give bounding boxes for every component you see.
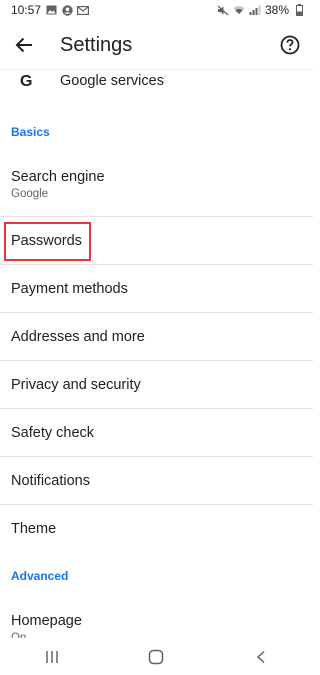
app-bar: Settings (0, 20, 313, 70)
mute-icon (217, 4, 229, 16)
back-button[interactable] (7, 28, 41, 62)
help-button[interactable] (275, 30, 305, 60)
nav-bar (0, 638, 313, 675)
google-services-label: Google services (60, 73, 164, 89)
theme-item[interactable]: Theme (0, 505, 313, 553)
home-icon (149, 649, 164, 664)
screen: 10:57 38% Settings G Google services Bas… (0, 0, 313, 675)
addresses-label: Addresses and more (11, 328, 145, 345)
passwords-label: Passwords (11, 232, 82, 249)
search-engine-value: Google (11, 188, 49, 200)
battery-percent: 38% (264, 3, 289, 17)
status-right: 38% (217, 3, 305, 17)
settings-list: G Google services Basics Search engine G… (0, 71, 313, 638)
homepage-item[interactable]: Homepage On (0, 601, 313, 638)
page-title: Settings (60, 34, 133, 56)
payment-methods-item[interactable]: Payment methods (0, 265, 313, 313)
gmail-icon (77, 4, 90, 16)
privacy-security-item[interactable]: Privacy and security (0, 361, 313, 409)
status-bar: 10:57 38% (0, 0, 313, 20)
homepage-label: Homepage (11, 613, 82, 629)
google-g-icon: G (20, 73, 33, 90)
back-arrow-icon (15, 37, 32, 53)
recents-icon (46, 650, 58, 663)
wifi-icon (233, 4, 245, 16)
account-icon (61, 4, 73, 16)
help-icon (280, 35, 300, 55)
safety-check-label: Safety check (11, 424, 95, 441)
payment-methods-label: Payment methods (11, 280, 128, 297)
search-engine-label: Search engine (11, 169, 105, 185)
theme-label: Theme (11, 521, 57, 537)
recents-button[interactable] (32, 642, 72, 672)
safety-check-item[interactable]: Safety check (0, 409, 313, 457)
google-services-item[interactable]: G Google services (0, 71, 313, 95)
addresses-item[interactable]: Addresses and more (0, 313, 313, 361)
status-left: 10:57 (11, 3, 90, 17)
battery-icon (293, 4, 305, 16)
notifications-item[interactable]: Notifications (0, 457, 313, 505)
home-button[interactable] (136, 642, 176, 672)
back-icon (256, 650, 265, 663)
signal-icon (249, 4, 261, 16)
status-time: 10:57 (11, 3, 42, 17)
search-engine-item[interactable]: Search engine Google (0, 153, 313, 217)
nav-back-button[interactable] (241, 642, 281, 672)
passwords-item[interactable]: Passwords (0, 217, 313, 265)
privacy-security-label: Privacy and security (11, 376, 141, 393)
section-header-advanced: Advanced (11, 569, 69, 583)
notifications-label: Notifications (11, 472, 90, 489)
gallery-icon (45, 4, 57, 16)
section-header-basics: Basics (11, 125, 50, 139)
